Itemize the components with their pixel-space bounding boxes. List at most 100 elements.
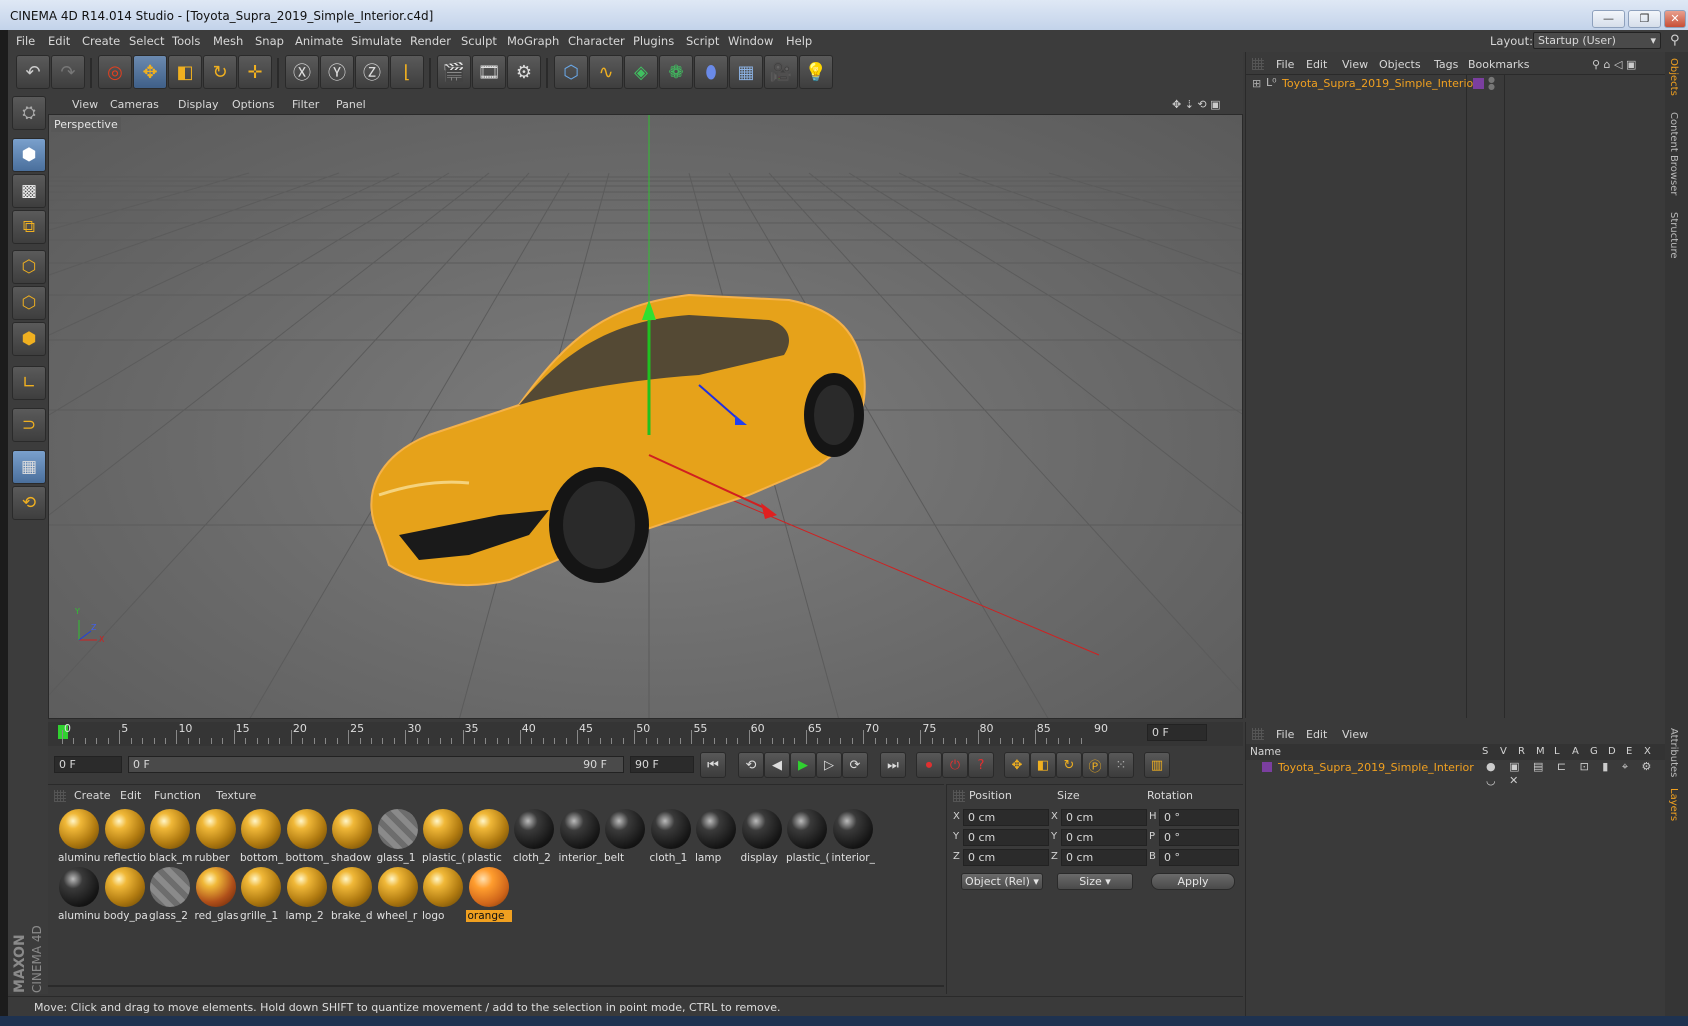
menu-character[interactable]: Character	[568, 34, 625, 48]
object-name[interactable]: Toyota_Supra_2019_Simple_Interior	[1282, 77, 1478, 90]
viewport-nav-icons[interactable]: ✥ ⇣ ⟲ ▣	[1172, 98, 1221, 111]
lock-workplane-icon[interactable]: ▦	[12, 450, 46, 484]
previous-frame-icon[interactable]: ◀	[764, 752, 790, 778]
menu-script[interactable]: Script	[686, 34, 719, 48]
layer-column-header[interactable]: L	[1554, 746, 1560, 757]
size-y-field[interactable]: 0 cm	[1061, 829, 1147, 846]
gizmo-x-arrow[interactable]	[761, 503, 777, 519]
panel-grip[interactable]	[953, 790, 965, 802]
layer-menu-view[interactable]: View	[1342, 728, 1368, 741]
tab-layers[interactable]: Layers	[1668, 788, 1679, 821]
make-editable-icon[interactable]: ⛭	[12, 96, 46, 130]
apply-button[interactable]: Apply	[1151, 873, 1235, 890]
material-swatch[interactable]: plastic_(	[784, 807, 830, 867]
texture-mode-icon[interactable]: ▩	[12, 174, 46, 208]
maximize-button[interactable]: ❐	[1628, 10, 1661, 28]
layer-column-header[interactable]: R	[1518, 746, 1525, 757]
end-frame-field[interactable]: 90 F	[630, 756, 694, 773]
render-view-icon[interactable]: 🎬	[437, 55, 471, 89]
next-key-icon[interactable]: ⟳	[842, 752, 868, 778]
material-swatch[interactable]: interior_	[557, 807, 603, 867]
layout-select[interactable]: Startup (User) ▾	[1533, 32, 1661, 49]
menu-tools[interactable]: Tools	[172, 34, 200, 48]
material-swatch[interactable]: wheel_r	[375, 865, 421, 925]
keyframe-selection-icon[interactable]: ?	[968, 752, 994, 778]
viewport-perspective[interactable]: Perspective Y X Z	[48, 114, 1243, 719]
object-menu-objects[interactable]: Objects	[1379, 58, 1421, 71]
viewport-menu-options[interactable]: Options	[232, 98, 274, 111]
play-icon[interactable]: ▶	[790, 752, 816, 778]
record-keys-icon[interactable]: ⏺	[916, 752, 942, 778]
viewport-menu-view[interactable]: View	[72, 98, 98, 111]
material-swatch[interactable]: bottom_	[284, 807, 330, 867]
start-frame-field[interactable]: 0 F	[54, 756, 122, 773]
model-mode-icon[interactable]: ⬢	[12, 138, 46, 172]
menu-window[interactable]: Window	[728, 34, 773, 48]
layer-column-header[interactable]: M	[1536, 746, 1545, 757]
position-z-field[interactable]: 0 cm	[963, 849, 1049, 866]
position-y-field[interactable]: 0 cm	[963, 829, 1049, 846]
visibility-dots-icon[interactable]: ● ●	[1488, 76, 1495, 91]
close-button[interactable]: ✕	[1664, 10, 1686, 28]
material-swatch[interactable]: glass_1	[375, 807, 421, 867]
magnet-icon[interactable]: ⊃	[12, 408, 46, 442]
material-swatch[interactable]: cloth_1	[648, 807, 694, 867]
tab-attributes[interactable]: Attributes	[1668, 728, 1679, 777]
redo-icon[interactable]: ↷	[51, 55, 85, 89]
menu-create[interactable]: Create	[82, 34, 120, 48]
goto-start-icon[interactable]: ⏮	[700, 752, 726, 778]
deformer-icon[interactable]: ⬮	[694, 55, 728, 89]
light-icon[interactable]: 💡	[799, 55, 833, 89]
material-swatch[interactable]: shadow	[329, 807, 375, 867]
menu-help[interactable]: Help	[786, 34, 812, 48]
minimize-button[interactable]: —	[1592, 10, 1625, 28]
layer-menu-file[interactable]: File	[1276, 728, 1294, 741]
z-axis-lock-icon[interactable]: Ⓩ	[355, 55, 389, 89]
live-selection-icon[interactable]: ◎	[98, 55, 132, 89]
object-menu-view[interactable]: View	[1342, 58, 1368, 71]
menu-mesh[interactable]: Mesh	[213, 34, 243, 48]
edges-mode-icon[interactable]: ⬡	[12, 286, 46, 320]
material-swatch[interactable]: plastic_(	[420, 807, 466, 867]
menu-animate[interactable]: Animate	[295, 34, 343, 48]
material-swatch[interactable]: brake_d	[329, 865, 375, 925]
layer-column-header[interactable]: X	[1644, 746, 1651, 757]
timeline-window-icon[interactable]: ▥	[1144, 752, 1170, 778]
viewport-menu-display[interactable]: Display	[178, 98, 219, 111]
rotation-b-field[interactable]: 0 °	[1159, 849, 1239, 866]
menu-plugins[interactable]: Plugins	[633, 34, 674, 48]
object-menu-edit[interactable]: Edit	[1306, 58, 1327, 71]
polygons-mode-icon[interactable]: ⬢	[12, 322, 46, 356]
key-pla-icon[interactable]: ⁙	[1108, 752, 1134, 778]
material-swatch[interactable]: lamp	[693, 807, 739, 867]
search-icon[interactable]: ⚲	[1670, 33, 1680, 48]
material-swatch[interactable]: lamp_2	[284, 865, 330, 925]
position-x-field[interactable]: 0 cm	[963, 809, 1049, 826]
previous-key-icon[interactable]: ⟲	[738, 752, 764, 778]
layer-name[interactable]: Toyota_Supra_2019_Simple_Interior	[1278, 761, 1474, 774]
y-axis-lock-icon[interactable]: Ⓨ	[320, 55, 354, 89]
spline-icon[interactable]: ∿	[589, 55, 623, 89]
viewport-menu-filter[interactable]: Filter	[292, 98, 319, 111]
expand-icon[interactable]: ⊞	[1252, 77, 1261, 90]
nurbs-icon[interactable]: ◈	[624, 55, 658, 89]
object-menu-tags[interactable]: Tags	[1434, 58, 1458, 71]
panel-grip[interactable]	[1252, 58, 1264, 70]
material-swatch[interactable]: orange	[465, 865, 512, 925]
menu-render[interactable]: Render	[410, 34, 451, 48]
layer-column-header[interactable]: V	[1500, 746, 1507, 757]
layer-column-header[interactable]: G	[1590, 746, 1598, 757]
menu-file[interactable]: File	[16, 34, 35, 48]
material-swatch[interactable]: interior_	[830, 807, 876, 867]
object-menu-bookmarks[interactable]: Bookmarks	[1468, 58, 1529, 71]
material-swatch[interactable]: body_pa	[102, 865, 148, 925]
rotate-tool-icon[interactable]: ↻	[203, 55, 237, 89]
coordinate-mode-select[interactable]: Object (Rel) ▾	[961, 873, 1043, 890]
points-mode-icon[interactable]: ⬡	[12, 250, 46, 284]
transform-tool-icon[interactable]: ✛	[238, 55, 272, 89]
viewport-menu-panel[interactable]: Panel	[336, 98, 366, 111]
layer-column-header[interactable]: A	[1572, 746, 1579, 757]
tab-content-browser[interactable]: Content Browser	[1668, 112, 1679, 195]
size-z-field[interactable]: 0 cm	[1061, 849, 1147, 866]
material-menu-create[interactable]: Create	[74, 789, 111, 802]
